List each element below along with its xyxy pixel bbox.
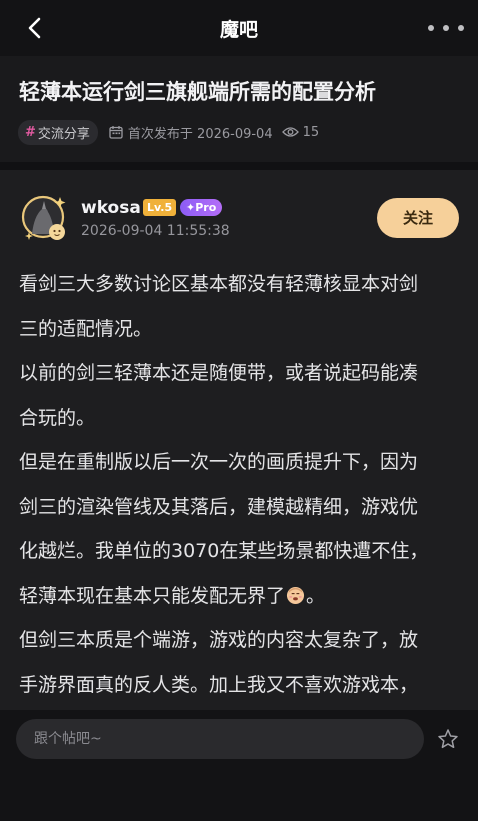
body-line: 以前的剑三轻薄本还是随便带，或者说起码能凑 bbox=[19, 362, 419, 384]
calendar-icon bbox=[109, 126, 123, 139]
back-arrow-icon bbox=[28, 17, 41, 39]
body-line: 合玩的。 bbox=[19, 406, 96, 429]
level-badge: Lv.5 bbox=[143, 199, 177, 216]
post-header: 轻薄本运行剑三旗舰端所需的配置分析 # 交流分享 首次发布于 2026-09-0… bbox=[0, 56, 478, 162]
sweat-face-emoji bbox=[286, 586, 305, 604]
post-meta: # 交流分享 首次发布于 2026-09-04 15 bbox=[18, 119, 320, 145]
pro-badge: ✦Pro bbox=[180, 199, 223, 216]
eye-icon bbox=[281, 127, 299, 137]
body-line: 三的适配情况。 bbox=[19, 317, 153, 340]
body-line: 手游界面真的反人类。加上我又不喜欢游戏本， bbox=[19, 673, 419, 696]
post-body: 看剑三大多数讨论区基本都没有轻薄核显本对剑 三的适配情况。 以前的剑三轻薄本还是… bbox=[19, 262, 459, 707]
more-dots-icon bbox=[428, 25, 434, 31]
avatar[interactable] bbox=[20, 194, 70, 244]
hash-icon: # bbox=[25, 124, 36, 140]
body-line: 剑三的渲染管线及其落后，建模越精细，游戏优 bbox=[19, 495, 419, 518]
body-line: 看剑三大多数讨论区基本都没有轻薄核显本对剑 bbox=[19, 273, 419, 295]
app-title: 魔吧 bbox=[219, 18, 258, 41]
reply-input[interactable] bbox=[16, 719, 424, 759]
body-line: 化越烂。我单位的3070在某些场景都快遭不住， bbox=[19, 540, 429, 562]
section-divider bbox=[0, 162, 478, 170]
topic-tag-label: 交流分享 bbox=[37, 126, 90, 142]
more-options-button[interactable] bbox=[428, 16, 464, 40]
topic-tag[interactable]: # 交流分享 bbox=[18, 119, 98, 145]
post-title: 轻薄本运行剑三旗舰端所需的配置分析 bbox=[19, 80, 376, 104]
view-count: 15 bbox=[302, 124, 320, 140]
body-line-suffix: 。 bbox=[306, 584, 326, 607]
follow-button[interactable]: 关注 bbox=[377, 198, 459, 238]
post-timestamp: 2026-09-04 11:55:38 bbox=[81, 223, 230, 239]
body-line-text: 轻薄本现在基本只能发配无界了 bbox=[19, 584, 286, 607]
reply-bar bbox=[0, 710, 478, 821]
body-line: 但是在重制版以后一次一次的画质提升下，因为 bbox=[19, 451, 419, 473]
top-bar: 魔吧 bbox=[0, 0, 478, 56]
back-button[interactable] bbox=[22, 14, 50, 42]
body-line: 轻薄本现在基本只能发配无界了 。 bbox=[19, 574, 459, 619]
publish-date: 首次发布于 2026-09-04 bbox=[127, 126, 273, 142]
author-name[interactable]: wkosa bbox=[81, 198, 141, 218]
body-line: 但剑三本质是个端游，游戏的内容太复杂了，放 bbox=[19, 629, 419, 651]
sparkle-icon: ✦ bbox=[186, 201, 196, 214]
star-icon[interactable] bbox=[437, 728, 459, 750]
post-content: wkosa Lv.5 ✦Pro 2026-09-04 11:55:38 关注 看… bbox=[0, 170, 478, 710]
